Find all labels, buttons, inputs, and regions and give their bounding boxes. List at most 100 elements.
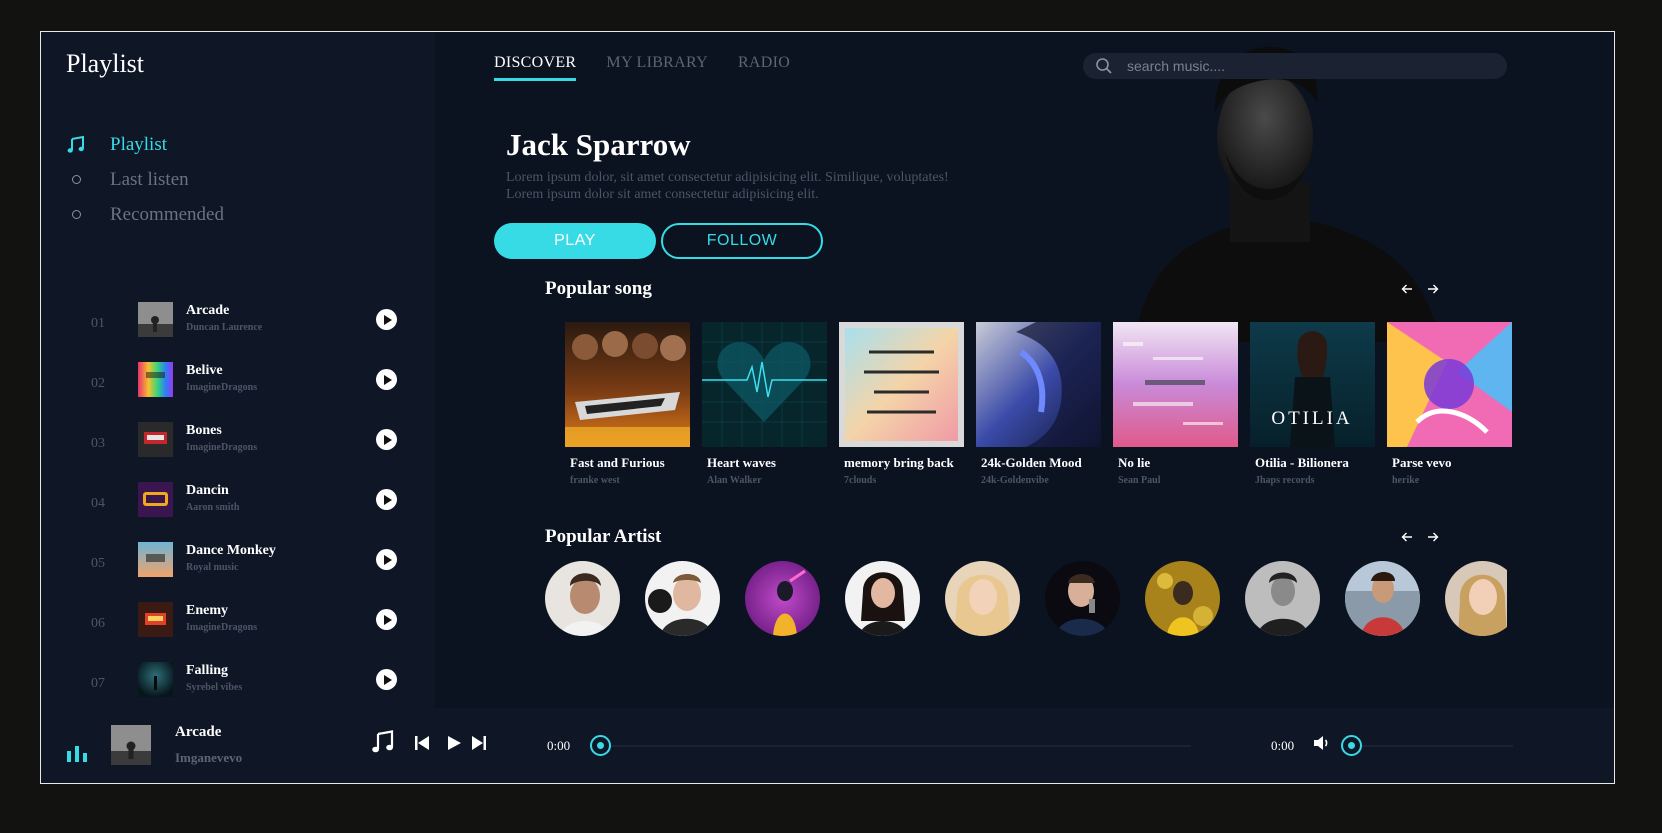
track-thumbnail — [138, 302, 173, 337]
track-title: Bones — [186, 423, 222, 438]
popular-song-list: Fast and Furious franke west Heart waves… — [565, 322, 1512, 486]
play-circle-icon[interactable] — [376, 549, 397, 570]
list-item[interactable]: 01 Arcade Duncan Laurence — [91, 302, 397, 362]
track-title: Dancin — [186, 483, 229, 498]
sidebar-title: Playlist — [66, 49, 145, 78]
song-cover-image: OTILIA — [1250, 322, 1375, 447]
play-circle-icon[interactable] — [376, 429, 397, 450]
artist-name: Jack Sparrow — [506, 127, 691, 162]
progress-track[interactable] — [611, 745, 1191, 747]
player-bar: Arcade Imganevevo 0:00 0:00 — [41, 708, 1614, 783]
volume-track[interactable] — [1353, 745, 1513, 747]
arrow-left-icon[interactable] — [1401, 531, 1413, 543]
song-card[interactable]: No lie Sean Paul — [1113, 322, 1238, 486]
artist-avatar[interactable] — [545, 561, 620, 636]
track-list: 01 Arcade Duncan Laurence 02 Belive Imag… — [91, 302, 397, 722]
song-card[interactable]: memory bring back 7clouds — [839, 322, 964, 486]
track-artist: ImagineDragons — [186, 382, 258, 393]
now-playing-artist: Imganevevo — [175, 750, 243, 765]
nav-item-recommended[interactable]: Recommended — [66, 197, 224, 232]
play-circle-icon[interactable] — [376, 309, 397, 330]
track-artist: Syrebel vibes — [186, 682, 243, 693]
volume-knob[interactable] — [1341, 735, 1362, 756]
track-title: Falling — [186, 663, 229, 678]
music-note-icon[interactable] — [371, 730, 395, 754]
song-cover-image — [702, 322, 827, 447]
popular-artist-arrows — [1401, 531, 1439, 543]
artist-avatar[interactable] — [645, 561, 720, 636]
list-item[interactable]: 02 Belive ImagineDragons — [91, 362, 397, 422]
popular-song-arrows — [1401, 283, 1439, 295]
play-circle-icon[interactable] — [376, 609, 397, 630]
track-thumbnail — [138, 542, 173, 577]
top-tabs: DISCOVER MY LIBRARY RADIO — [494, 54, 790, 81]
nav-item-playlist[interactable]: Playlist — [66, 127, 167, 162]
search-bar[interactable] — [1083, 53, 1507, 79]
song-card[interactable]: 24k-Golden Mood 24k-Goldenvibe — [976, 322, 1101, 486]
track-number: 06 — [91, 616, 105, 631]
arrow-right-icon[interactable] — [1427, 283, 1439, 295]
artist-avatar[interactable] — [845, 561, 920, 636]
artist-avatar[interactable] — [1445, 561, 1507, 636]
artist-avatar[interactable] — [745, 561, 820, 636]
song-cover-image — [1113, 322, 1238, 447]
nav-label: Playlist — [110, 133, 168, 155]
song-title: 24k-Golden Mood — [981, 455, 1082, 470]
play-icon[interactable] — [446, 735, 462, 751]
song-cover-image — [839, 322, 964, 447]
song-cover-image — [976, 322, 1101, 447]
arrow-right-icon[interactable] — [1427, 531, 1439, 543]
play-circle-icon[interactable] — [376, 669, 397, 690]
list-item[interactable]: 04 Dancin Aaron smith — [91, 482, 397, 542]
artist-avatar[interactable] — [1245, 561, 1320, 636]
artist-avatar[interactable] — [945, 561, 1020, 636]
volume-icon[interactable] — [1313, 735, 1331, 751]
tab-my-library[interactable]: MY LIBRARY — [606, 54, 708, 81]
track-thumbnail — [138, 362, 173, 397]
tab-radio[interactable]: RADIO — [738, 54, 790, 81]
skip-previous-icon[interactable] — [414, 735, 430, 751]
song-cover-image — [1387, 322, 1512, 447]
song-card[interactable]: OTILIA Otilia - Bilionera Jhaps records — [1250, 322, 1375, 486]
nav-item-last-listen[interactable]: Last listen — [66, 162, 189, 197]
song-card[interactable]: Heart waves Alan Walker — [702, 322, 827, 486]
play-button[interactable]: PLAY — [494, 223, 656, 259]
circle-bullet-icon — [66, 170, 86, 190]
play-circle-icon[interactable] — [376, 369, 397, 390]
song-card[interactable]: Fast and Furious franke west — [565, 322, 690, 486]
list-item[interactable]: 05 Dance Monkey Royal music — [91, 542, 397, 602]
artist-avatar[interactable] — [1145, 561, 1220, 636]
track-artist: ImagineDragons — [186, 442, 258, 453]
song-title: Heart waves — [707, 455, 776, 470]
list-item[interactable]: 06 Enemy ImagineDragons — [91, 602, 397, 662]
sidebar: Playlist Playlist Last listen Recommende… — [41, 32, 435, 708]
search-input[interactable] — [1127, 53, 1487, 79]
play-circle-icon[interactable] — [376, 489, 397, 510]
track-artist: Aaron smith — [186, 502, 240, 513]
track-title: Belive — [186, 363, 223, 378]
list-item[interactable]: 03 Bones ImagineDragons — [91, 422, 397, 482]
circle-bullet-icon — [66, 205, 86, 225]
track-title: Enemy — [186, 603, 228, 618]
artist-avatar[interactable] — [1345, 561, 1420, 636]
tab-discover[interactable]: DISCOVER — [494, 54, 577, 81]
track-title: Arcade — [186, 303, 230, 318]
song-cover-image — [565, 322, 690, 447]
song-card[interactable]: Parse vevo herike — [1387, 322, 1512, 486]
progress-knob[interactable] — [590, 735, 611, 756]
song-title: Parse vevo — [1392, 455, 1452, 470]
follow-button[interactable]: FOLLOW — [661, 223, 823, 259]
song-artist: franke west — [570, 475, 620, 486]
arrow-left-icon[interactable] — [1401, 283, 1413, 295]
current-time: 0:00 — [547, 738, 571, 753]
track-thumbnail — [138, 662, 173, 697]
song-artist: 24k-Goldenvibe — [981, 475, 1049, 486]
track-number: 03 — [91, 436, 105, 451]
song-title: No lie — [1118, 455, 1151, 470]
skip-next-icon[interactable] — [471, 735, 487, 751]
music-note-icon — [66, 135, 86, 155]
artist-avatar[interactable] — [1045, 561, 1120, 636]
description-line: Lorem ipsum dolor, sit amet consectetur … — [506, 170, 949, 185]
song-title: memory bring back — [844, 455, 954, 470]
song-artist: 7clouds — [844, 475, 877, 486]
